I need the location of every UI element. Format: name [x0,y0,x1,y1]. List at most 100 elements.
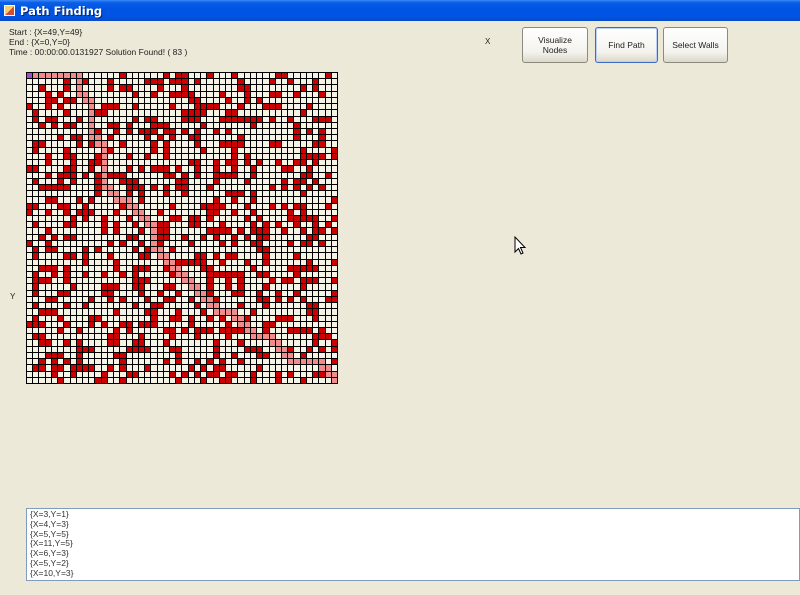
grid-cell[interactable] [151,172,157,178]
grid-cell[interactable] [294,240,300,247]
grid-cell[interactable] [39,97,45,104]
grid-cell[interactable] [151,79,157,85]
grid-cell[interactable] [300,91,306,97]
grid-cell[interactable] [39,290,45,296]
grid-cell[interactable] [244,321,250,328]
grid-cell[interactable] [151,216,157,222]
grid-cell[interactable] [300,147,306,153]
grid-cell[interactable] [275,166,282,172]
grid-cell[interactable] [58,334,64,340]
grid-cell[interactable] [232,128,238,135]
grid-cell[interactable] [70,340,76,346]
grid-cell[interactable] [27,284,33,290]
grid-cell[interactable] [257,116,263,122]
grid-cell[interactable] [170,259,176,265]
grid-cell[interactable] [138,209,145,216]
grid-cell[interactable] [76,91,82,97]
grid-cell[interactable] [76,234,82,240]
grid-cell[interactable] [64,284,70,290]
grid-cell[interactable] [213,346,219,352]
grid-cell[interactable] [126,128,132,135]
grid-cell[interactable] [313,172,319,178]
grid-cell[interactable] [120,265,126,272]
grid-cell[interactable] [325,265,331,272]
grid-cell[interactable] [132,340,138,346]
grid-cell[interactable] [64,116,70,122]
grid-cell[interactable] [70,359,76,365]
grid-cell[interactable] [194,321,201,328]
grid-cell[interactable] [33,153,39,160]
grid-cell[interactable] [319,147,325,153]
grid-cell[interactable] [157,153,163,160]
grid-cell[interactable] [263,359,269,365]
grid-cell[interactable] [300,278,306,284]
grid-cell[interactable] [213,240,219,247]
grid-cell[interactable] [145,247,151,253]
grid-cell[interactable] [250,166,257,172]
grid-cell[interactable] [132,203,138,209]
grid-cell[interactable] [64,184,70,191]
grid-cell[interactable] [263,116,269,122]
grid-cell[interactable] [331,247,337,253]
grid-cell[interactable] [300,141,306,147]
grid-cell[interactable] [45,222,51,228]
grid-cell[interactable] [182,371,188,377]
grid-cell[interactable] [213,172,219,178]
grid-cell[interactable] [250,91,257,97]
grid-cell[interactable] [95,309,101,315]
grid-cell[interactable] [288,340,294,346]
grid-cell[interactable] [300,191,306,197]
grid-cell[interactable] [89,296,95,303]
grid-cell[interactable] [331,265,337,272]
grid-cell[interactable] [288,328,294,334]
grid-cell[interactable] [194,315,201,321]
grid-cell[interactable] [306,178,313,184]
grid-cell[interactable] [45,166,51,172]
grid-cell[interactable] [238,79,244,85]
grid-cell[interactable] [288,104,294,110]
grid-cell[interactable] [126,340,132,346]
grid-cell[interactable] [138,240,145,247]
grid-cell[interactable] [269,309,275,315]
grid-cell[interactable] [313,222,319,228]
grid-cell[interactable] [313,334,319,340]
grid-cell[interactable] [64,172,70,178]
grid-cell[interactable] [182,334,188,340]
grid-cell[interactable] [176,321,182,328]
grid-cell[interactable] [82,147,89,153]
grid-cell[interactable] [226,253,232,259]
grid-cell[interactable] [82,222,89,228]
grid-cell[interactable] [138,352,145,359]
grid-cell[interactable] [132,147,138,153]
grid-cell[interactable] [89,365,95,371]
grid-cell[interactable] [33,97,39,104]
grid-cell[interactable] [51,166,58,172]
grid-cell[interactable] [114,141,120,147]
grid-cell[interactable] [194,209,201,216]
grid-cell[interactable] [250,184,257,191]
grid-cell[interactable] [313,79,319,85]
grid-cell[interactable] [82,359,89,365]
grid-cell[interactable] [45,253,51,259]
grid-cell[interactable] [107,296,114,303]
grid-cell[interactable] [126,209,132,216]
grid-cell[interactable] [58,216,64,222]
grid-cell[interactable] [126,197,132,203]
grid-cell[interactable] [213,303,219,309]
grid-cell[interactable] [257,321,263,328]
grid-cell[interactable] [95,197,101,203]
grid-cell[interactable] [120,328,126,334]
grid-cell[interactable] [269,296,275,303]
grid-cell[interactable] [70,222,76,228]
grid-cell[interactable] [244,191,250,197]
grid-cell[interactable] [82,334,89,340]
grid-cell[interactable] [226,228,232,234]
grid-cell[interactable] [213,110,219,116]
grid-cell[interactable] [45,197,51,203]
grid-cell[interactable] [58,79,64,85]
grid-cell[interactable] [163,272,170,278]
grid-cell[interactable] [194,79,201,85]
grid-cell[interactable] [325,228,331,234]
grid-cell[interactable] [238,352,244,359]
grid-cell[interactable] [288,234,294,240]
